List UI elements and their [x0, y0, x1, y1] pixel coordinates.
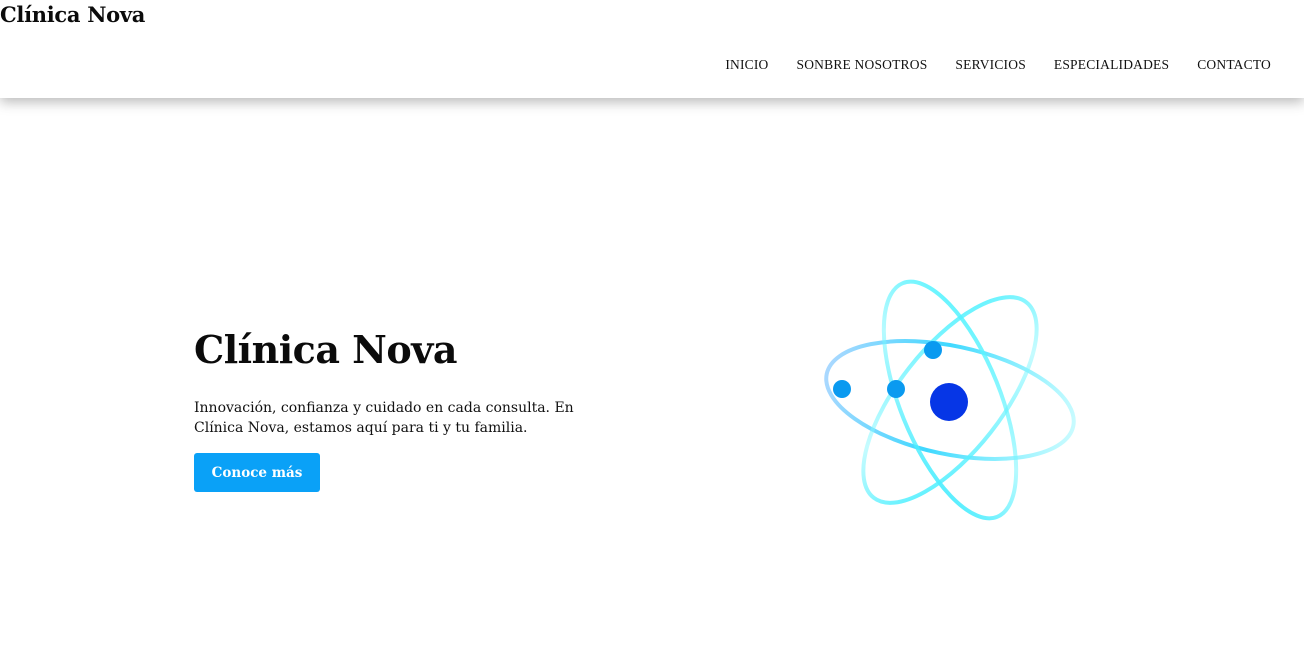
conoce-mas-button[interactable]: Conoce más [194, 453, 320, 492]
nav-link-contacto[interactable]: CONTACTO [1197, 57, 1271, 72]
electron-1 [833, 380, 851, 398]
hero-title: Clínica Nova [194, 327, 457, 372]
main-nav: INICIO SONBRE NOSOTROS SERVICIOS ESPECIA… [725, 54, 1271, 73]
site-header: Clínica Nova INICIO SONBRE NOSOTROS SERV… [0, 0, 1304, 98]
atom-icon [824, 279, 1076, 521]
nav-item-inicio: INICIO [725, 54, 768, 73]
electron-3 [924, 341, 942, 359]
nav-item-contacto: CONTACTO [1197, 54, 1271, 73]
nav-item-especialidades: ESPECIALIDADES [1054, 54, 1169, 73]
atom-illustration [810, 268, 1090, 538]
nav-link-especialidades[interactable]: ESPECIALIDADES [1054, 57, 1169, 72]
nucleus [930, 383, 968, 421]
nav-link-inicio[interactable]: INICIO [725, 57, 768, 72]
nav-item-sobre-nosotros: SONBRE NOSOTROS [797, 54, 928, 73]
nav-link-sobre-nosotros[interactable]: SONBRE NOSOTROS [797, 57, 928, 72]
hero-section: Clínica Nova Innovación, confianza y cui… [194, 326, 594, 492]
hero-description: Innovación, confianza y cuidado en cada … [194, 400, 574, 436]
electron-2 [887, 380, 905, 398]
brand-logo-text[interactable]: Clínica Nova [0, 2, 145, 27]
nav-item-servicios: SERVICIOS [955, 54, 1025, 73]
nav-link-servicios[interactable]: SERVICIOS [955, 57, 1025, 72]
